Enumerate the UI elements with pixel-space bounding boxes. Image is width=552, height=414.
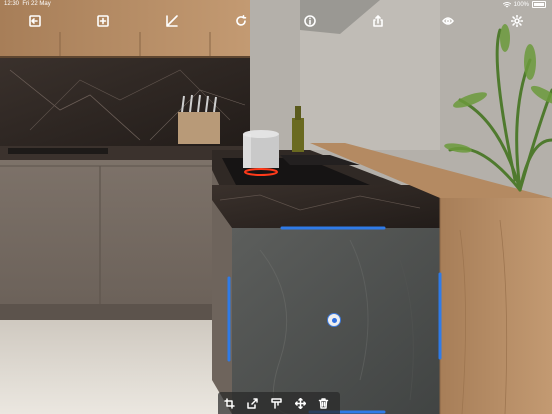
refresh-icon (236, 15, 247, 26)
share-button[interactable] (370, 13, 386, 29)
info-button[interactable] (302, 13, 318, 29)
export-button[interactable] (245, 396, 259, 410)
rotate-icon (223, 397, 235, 409)
object-edit-toolbar (218, 392, 340, 414)
rotate-button[interactable] (222, 396, 236, 410)
texture-icon (270, 397, 282, 409)
wifi-icon (502, 1, 511, 7)
refresh-button[interactable] (233, 13, 249, 29)
move-icon (294, 397, 306, 409)
battery-percent: 100% (513, 1, 529, 8)
battery-icon (532, 1, 546, 8)
export-icon (246, 397, 258, 409)
top-toolbar (0, 10, 552, 32)
ar-camera-view[interactable] (0, 0, 552, 414)
settings-icon (511, 15, 523, 27)
measure-icon (166, 15, 178, 27)
delete-button[interactable] (316, 396, 330, 410)
exit-button[interactable] (27, 13, 43, 29)
settings-button[interactable] (509, 13, 525, 29)
add-icon (97, 15, 109, 27)
add-object-button[interactable] (95, 13, 111, 29)
delete-icon (318, 397, 328, 409)
share-icon (373, 15, 383, 27)
visibility-button[interactable] (440, 13, 456, 29)
object-anchor-handle[interactable] (327, 313, 341, 327)
status-bar: 12:30 Fri 22 May 100% (0, 0, 552, 10)
status-right: 100% (502, 1, 546, 8)
kitchen-scene (0, 0, 552, 414)
info-icon (304, 15, 316, 27)
move-button[interactable] (293, 396, 307, 410)
visibility-icon (442, 17, 454, 25)
exit-icon (29, 15, 41, 27)
texture-button[interactable] (269, 396, 283, 410)
status-time: 12:30 Fri 22 May (4, 1, 51, 7)
measure-button[interactable] (164, 13, 180, 29)
